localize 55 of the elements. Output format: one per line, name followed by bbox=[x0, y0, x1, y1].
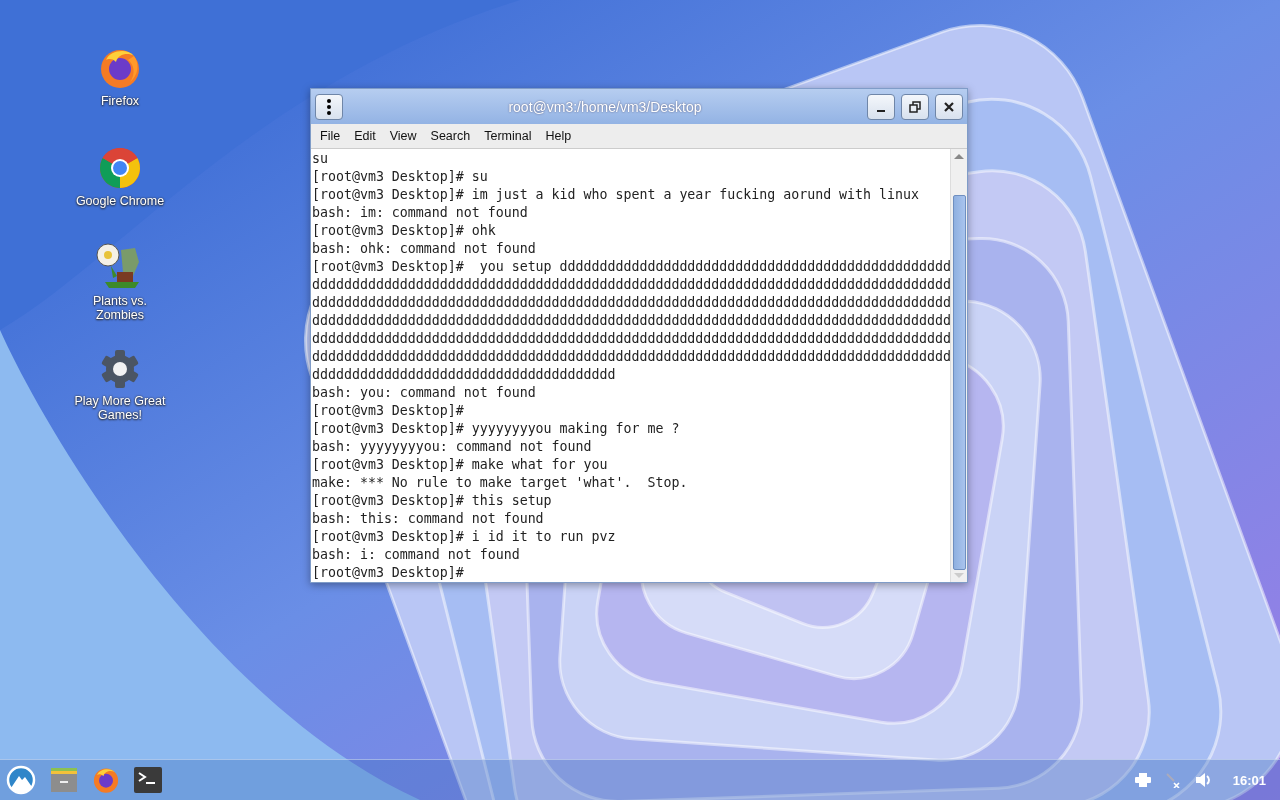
terminal-line: [root@vm3 Desktop]# bbox=[312, 564, 465, 582]
menu-item[interactable]: Edit bbox=[347, 127, 383, 145]
terminal-line: dddddddddddddddddddddddddddddddddddddddddddddddddddddddddddddddddddddddddddddddd bbox=[312, 312, 950, 330]
close-icon bbox=[943, 100, 955, 113]
terminal-line: [root@vm3 Desktop]# ohk bbox=[312, 222, 497, 240]
terminal-line: bash: i: command not found bbox=[312, 546, 521, 564]
restore-icon bbox=[909, 100, 921, 113]
volume-icon[interactable] bbox=[1194, 772, 1213, 788]
terminal-line: [root@vm3 Desktop]# bbox=[312, 402, 465, 420]
gear-icon[interactable] bbox=[99, 348, 141, 390]
terminal-line: [root@vm3 Desktop]# you setup ddddddddddddddddddddddddddddddddddddddddddddddddd bbox=[312, 258, 950, 276]
terminal-line: [root@vm3 Desktop]# i id it to run pvz bbox=[312, 528, 617, 546]
close-button[interactable] bbox=[935, 93, 963, 120]
scroll-up-icon[interactable] bbox=[953, 152, 965, 160]
network-disconnected-icon[interactable] bbox=[1164, 772, 1181, 788]
terminal-line: dddddddddddddddddddddddddddddddddddddd bbox=[312, 366, 617, 384]
folder-icon[interactable] bbox=[50, 767, 78, 793]
terminal-line: make: *** No rule to make target 'what'. Stop. bbox=[312, 474, 689, 492]
icon-label: Google Chrome bbox=[74, 194, 166, 208]
terminal-line: [root@vm3 Desktop]# su bbox=[312, 168, 489, 186]
minimize-button[interactable] bbox=[867, 93, 895, 120]
scrollbar[interactable] bbox=[950, 149, 967, 582]
menu-item[interactable]: Search bbox=[423, 127, 478, 145]
icon-label: Firefox bbox=[99, 94, 141, 108]
clock: 16:01 bbox=[1232, 772, 1266, 788]
terminal-line: bash: ohk: command not found bbox=[312, 240, 537, 258]
menu-item[interactable]: Terminal bbox=[477, 127, 539, 145]
terminal-line: bash: yyyyyyyyou: command not found bbox=[312, 438, 593, 456]
window-title: root@vm3:/home/vm3/Desktop bbox=[507, 98, 703, 115]
chrome-icon[interactable] bbox=[98, 146, 142, 190]
restore-button[interactable] bbox=[901, 93, 929, 120]
terminal-line: bash: you: command not found bbox=[312, 384, 537, 402]
terminal-icon[interactable] bbox=[134, 767, 162, 793]
icon-label: Plants vs. Zombies bbox=[91, 294, 149, 322]
menu-item[interactable]: View bbox=[382, 127, 424, 145]
terminal-line: bash: im: command not found bbox=[312, 204, 529, 222]
kebab-menu-icon bbox=[327, 98, 331, 115]
scrollbar-thumb[interactable] bbox=[953, 195, 966, 570]
minimize-icon bbox=[877, 109, 885, 112]
firefox-icon[interactable] bbox=[92, 766, 120, 794]
terminal-line: [root@vm3 Desktop]# make what for you bbox=[312, 456, 609, 474]
terminal-line: dddddddddddddddddddddddddddddddddddddddddddddddddddddddddddddddddddddddddddddddd bbox=[312, 330, 950, 348]
menu-item[interactable]: File bbox=[313, 127, 348, 145]
menu-button[interactable] bbox=[315, 93, 343, 120]
terminal-line: [root@vm3 Desktop]# im just a kid who spent a year fucking aorund with linux bbox=[312, 186, 920, 204]
terminal-line: dddddddddddddddddddddddddddddddddddddddddddddddddddddddddddddddddddddddddddddddd bbox=[312, 276, 950, 294]
terminal-line: dddddddddddddddddddddddddddddddddddddddddddddddddddddddddddddddddddddddddddddddd bbox=[312, 348, 950, 366]
terminal-line: su bbox=[312, 150, 329, 168]
terminal-line: dddddddddddddddddddddddddddddddddddddddddddddddddddddddddddddddddddddddddddddddd bbox=[312, 294, 950, 312]
menu-item[interactable]: Help bbox=[538, 127, 579, 145]
launcher-icon[interactable] bbox=[6, 765, 36, 795]
terminal-line: bash: this: command not found bbox=[312, 510, 545, 528]
terminal-line: [root@vm3 Desktop]# yyyyyyyyou making for me ? bbox=[312, 420, 681, 438]
icon-label: Play More Great Games! bbox=[73, 394, 167, 422]
terminal-line: [root@vm3 Desktop]# this setup bbox=[312, 492, 553, 510]
